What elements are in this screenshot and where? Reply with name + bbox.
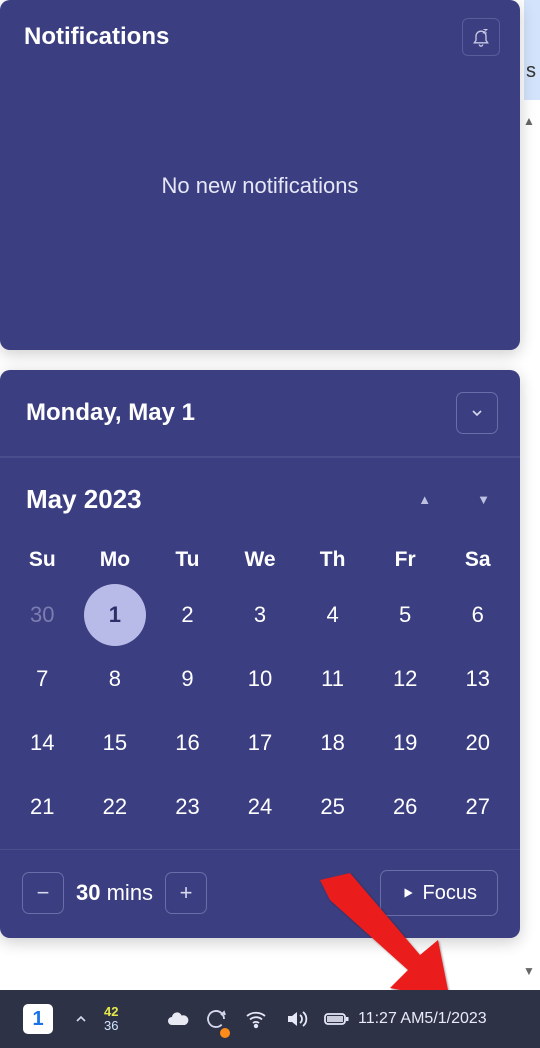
calendar-day[interactable]: 9 — [151, 647, 224, 711]
bell-snooze-icon — [471, 27, 491, 47]
calendar-day[interactable]: 19 — [369, 711, 442, 775]
show-hidden-icons-button[interactable] — [58, 990, 104, 1048]
calendar-day[interactable]: 1 — [79, 583, 152, 647]
dow-header: Tu — [151, 537, 224, 583]
calendar-day[interactable]: 25 — [296, 775, 369, 839]
calendar-day[interactable]: 13 — [441, 647, 514, 711]
calendar-day[interactable]: 23 — [151, 775, 224, 839]
chevron-down-icon — [469, 405, 485, 421]
calendar-day[interactable]: 18 — [296, 711, 369, 775]
calendar-day[interactable]: 20 — [441, 711, 514, 775]
calendar-day[interactable]: 10 — [224, 647, 297, 711]
increase-duration-button[interactable]: + — [165, 872, 207, 914]
chevron-up-icon — [73, 1011, 89, 1027]
weather-high: 42 — [104, 1005, 118, 1019]
calendar-day[interactable]: 24 — [224, 775, 297, 839]
sync-status-dot — [220, 1028, 230, 1038]
calendar-day[interactable]: 16 — [151, 711, 224, 775]
battery-tray-icon[interactable] — [316, 990, 356, 1048]
focus-duration-label: 30 mins — [76, 880, 153, 906]
calendar-day[interactable]: 22 — [79, 775, 152, 839]
calendar-day[interactable]: 27 — [441, 775, 514, 839]
calendar-day[interactable]: 7 — [6, 647, 79, 711]
focus-session-row: − 30 mins + Focus — [0, 849, 520, 922]
notifications-empty-message: No new notifications — [0, 56, 520, 316]
calendar-day[interactable]: 4 — [296, 583, 369, 647]
triangle-up-icon: ▲ — [418, 492, 431, 507]
month-year-label[interactable]: May 2023 — [26, 484, 142, 515]
dow-header: We — [224, 537, 297, 583]
calendar-day[interactable]: 6 — [441, 583, 514, 647]
do-not-disturb-button[interactable] — [462, 18, 500, 56]
calendar-day[interactable]: 15 — [79, 711, 152, 775]
dow-header: Th — [296, 537, 369, 583]
dow-header: Mo — [79, 537, 152, 583]
wifi-tray-icon[interactable] — [236, 990, 276, 1048]
scroll-up-arrow[interactable]: ▲ — [520, 112, 538, 130]
decrease-duration-button[interactable]: − — [22, 872, 64, 914]
taskbar-date: 5/1/2023 — [424, 1010, 486, 1028]
taskbar-time: 11:27 AM — [358, 1010, 424, 1028]
start-focus-button[interactable]: Focus — [380, 870, 498, 916]
onedrive-tray-icon[interactable] — [196, 990, 236, 1048]
calendar-day[interactable]: 26 — [369, 775, 442, 839]
calendar-day[interactable]: 17 — [224, 711, 297, 775]
calendar-grid: SuMoTuWeThFrSa 3012345678910111213141516… — [0, 527, 520, 839]
scroll-down-arrow[interactable]: ▼ — [520, 962, 538, 980]
taskbar-clock[interactable]: 11:27 AM 5/1/2023 — [358, 990, 487, 1048]
plus-icon: + — [180, 880, 193, 906]
calendar-day[interactable]: 3 — [224, 583, 297, 647]
calendar-day[interactable]: 5 — [369, 583, 442, 647]
collapse-button[interactable] — [456, 392, 498, 434]
calendar-panel: Monday, May 1 May 2023 ▲ ▼ SuMoTuWeThFrS… — [0, 370, 520, 938]
calendar-day-today[interactable]: 1 — [84, 584, 146, 646]
calendar-day[interactable]: 8 — [79, 647, 152, 711]
selected-date-label: Monday, May 1 — [26, 399, 195, 427]
calendar-day[interactable]: 21 — [6, 775, 79, 839]
background-ribbon — [524, 0, 540, 100]
calendar-day[interactable]: 30 — [6, 583, 79, 647]
dow-header: Sa — [441, 537, 514, 583]
calendar-day[interactable]: 11 — [296, 647, 369, 711]
prev-month-button[interactable]: ▲ — [418, 492, 431, 507]
play-icon — [401, 886, 415, 900]
triangle-down-icon: ▼ — [477, 492, 490, 507]
calendar-day[interactable]: 12 — [369, 647, 442, 711]
volume-tray-icon[interactable] — [276, 990, 316, 1048]
minus-icon: − — [37, 880, 50, 906]
weather-low: 36 — [104, 1019, 118, 1033]
taskbar: 1 42 36 11:27 AM 5/1/2023 — [0, 990, 540, 1048]
dow-header: Fr — [369, 537, 442, 583]
dow-header: Su — [6, 537, 79, 583]
stray-text: s — [526, 60, 536, 83]
weather-cloud-icon[interactable] — [160, 990, 196, 1048]
taskbar-app-google-one[interactable]: 1 — [18, 990, 58, 1048]
calendar-day[interactable]: 14 — [6, 711, 79, 775]
notifications-panel: Notifications No new notifications — [0, 0, 520, 350]
focus-button-label: Focus — [423, 882, 477, 905]
calendar-day[interactable]: 2 — [151, 583, 224, 647]
notifications-title: Notifications — [24, 23, 169, 51]
weather-widget[interactable]: 42 36 — [104, 990, 160, 1048]
next-month-button[interactable]: ▼ — [477, 492, 490, 507]
